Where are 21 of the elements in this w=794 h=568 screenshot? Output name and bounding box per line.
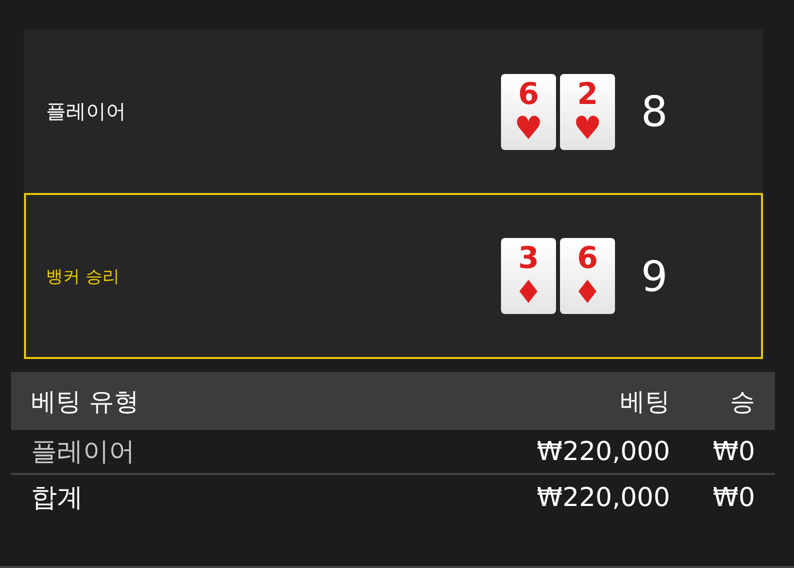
column-header: 베팅 <box>619 386 670 418</box>
card-suit: ♥ <box>514 112 543 144</box>
hand-label: 플레이어 <box>46 98 127 125</box>
hand-score: 9 <box>640 252 669 300</box>
column-header: 승 <box>729 386 755 418</box>
hand-score: 8 <box>640 87 669 136</box>
card-rank: 2 <box>577 80 598 110</box>
card-suit: ♦ <box>514 276 543 308</box>
card-rank: 6 <box>518 80 539 110</box>
card-rank: 6 <box>577 244 598 274</box>
card-rank: 3 <box>518 244 539 274</box>
column-header: 베팅 유형 <box>31 386 140 418</box>
table-cell-text: ₩220,000 <box>536 482 670 512</box>
card-suit: ♥ <box>573 112 602 144</box>
card-suit: ♦ <box>573 276 602 308</box>
table-cell-text: ₩220,000 <box>536 436 670 466</box>
table-cell-text: 플레이어 <box>31 436 136 469</box>
hand-label: 뱅커 승리 <box>46 266 120 288</box>
table-cell-text: 합계 <box>31 482 84 515</box>
table-cell-text: ₩0 <box>712 482 755 512</box>
table-cell-text: ₩0 <box>712 436 755 466</box>
